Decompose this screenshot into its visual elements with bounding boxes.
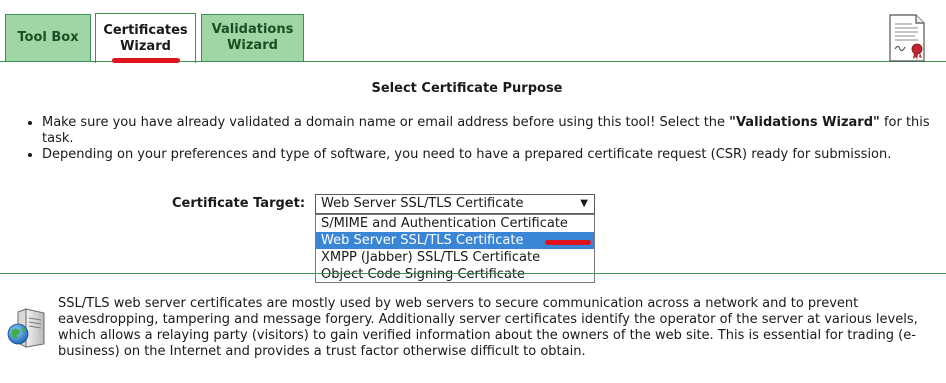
tab-bar: Tool Box Certificates Wizard Validations…: [0, 0, 946, 64]
tab-tool-box[interactable]: Tool Box: [5, 14, 91, 61]
certificate-document-icon: [889, 14, 925, 62]
tab-validations-wizard[interactable]: Validations Wizard: [201, 14, 304, 61]
chevron-down-icon: ▼: [580, 198, 588, 209]
red-annotation-underline: [112, 58, 180, 63]
tab-certificates-wizard-label: Certificates Wizard: [103, 22, 188, 54]
server-globe-icon: [7, 308, 45, 348]
instruction-text: Depending on your preferences and type o…: [42, 147, 892, 162]
certificate-target-select[interactable]: Web Server SSL/TLS Certificate ▼: [315, 194, 595, 214]
certificate-target-label: Certificate Target:: [172, 196, 306, 211]
red-annotation-underline: [545, 240, 591, 245]
option-xmpp-certificate[interactable]: XMPP (Jabber) SSL/TLS Certificate: [316, 249, 594, 266]
tab-certificates-wizard[interactable]: Certificates Wizard: [95, 13, 196, 63]
tab-validations-wizard-label: Validations Wizard: [211, 22, 294, 53]
instruction-item: Make sure you have already validated a d…: [42, 115, 946, 147]
instruction-item: Depending on your preferences and type o…: [42, 147, 946, 163]
certificate-description: SSL/TLS web server certificates are most…: [58, 296, 918, 359]
certificate-target-value: Web Server SSL/TLS Certificate: [321, 196, 524, 211]
page-title: Select Certificate Purpose: [371, 81, 563, 96]
option-code-signing-certificate[interactable]: Object Code Signing Certificate: [316, 266, 594, 283]
tab-tool-box-label: Tool Box: [17, 30, 79, 45]
instruction-text-before: Make sure you have already validated a d…: [42, 115, 730, 130]
option-smime-certificate[interactable]: S/MIME and Authentication Certificate: [316, 215, 594, 232]
instructions-list: Make sure you have already validated a d…: [24, 115, 946, 163]
section-divider: [0, 273, 946, 274]
instruction-emphasis: "Validations Wizard": [729, 115, 880, 130]
